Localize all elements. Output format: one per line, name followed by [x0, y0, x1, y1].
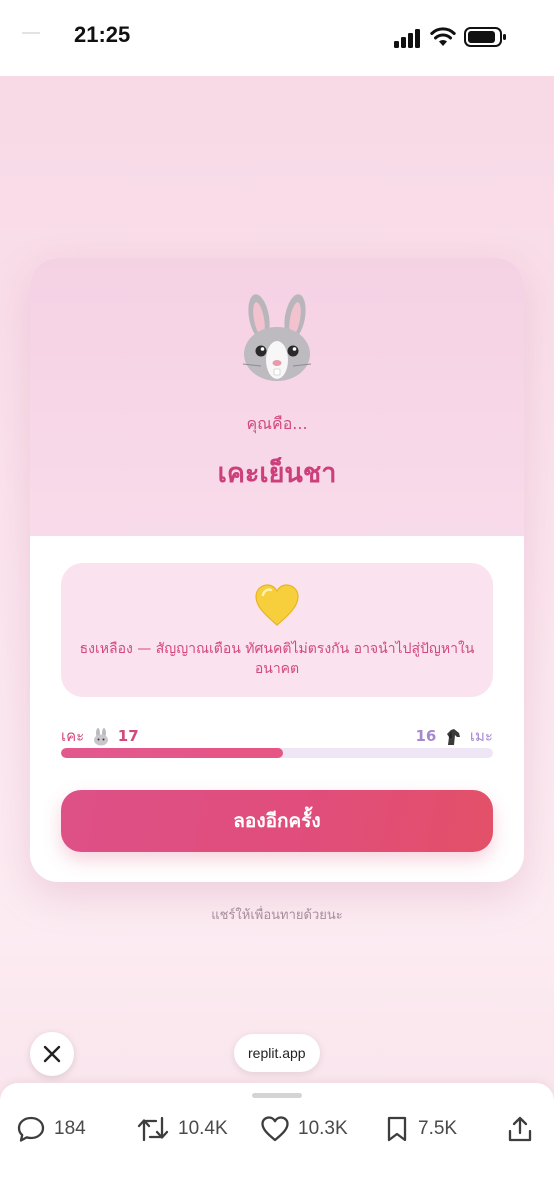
rabbit-icon [94, 727, 108, 745]
rabbit-face-icon [242, 294, 312, 381]
result-title: เคะเย็นชา [217, 458, 337, 489]
status-time: 21:25 [74, 22, 131, 47]
action-bar: 184 10.4K 10.3K 7.5K [0, 1083, 554, 1200]
result-kicker: คุณคือ... [246, 414, 308, 433]
score-bar [61, 748, 493, 758]
battery-icon [464, 27, 506, 47]
verdict-box: ธงเหลือง — สัญญาณเตือน ทัศนคติไม่ตรงกัน … [61, 563, 493, 697]
heart-icon [261, 1116, 289, 1142]
score-right-label: เมะ [469, 727, 493, 745]
share-icon [508, 1116, 532, 1142]
bookmark-action[interactable]: 7.5K [384, 1113, 457, 1145]
like-count: 10.3K [298, 1118, 348, 1139]
retry-button[interactable]: ลองอีกครั้ง [61, 790, 493, 852]
repost-icon [137, 1116, 169, 1142]
sheet-grabber[interactable] [252, 1093, 302, 1098]
bookmark-count: 7.5K [418, 1118, 458, 1139]
share-action[interactable] [506, 1113, 534, 1145]
reply-icon [17, 1116, 45, 1142]
score-right: 16 เมะ [415, 724, 493, 748]
result-header: คุณคือ... เคะเย็นชา [30, 258, 524, 536]
repost-count: 10.4K [178, 1118, 228, 1139]
share-hint: แชร์ให้เพื่อนทายด้วยนะ [211, 908, 343, 923]
status-bar: 21:25 [0, 0, 554, 76]
score-left: เคะ 17 [61, 724, 139, 748]
like-action[interactable]: 10.3K [260, 1113, 348, 1145]
wifi-icon [430, 27, 456, 46]
cellular-signal-icon [394, 29, 420, 48]
back-arrow-icon [22, 32, 40, 34]
verdict-message: ธงเหลือง — สัญญาณเตือน ทัศนคติไม่ตรงกัน … [79, 641, 475, 677]
close-button[interactable] [30, 1032, 74, 1076]
score-left-value: 17 [117, 727, 139, 745]
score-right-value: 16 [415, 727, 437, 745]
score-bar-fill [61, 748, 284, 758]
result-card: คุณคือ... เคะเย็นชา ธงเหลือง — สัญญาณเตื… [30, 258, 524, 882]
reply-action[interactable]: 184 [16, 1113, 86, 1145]
horse-icon [447, 728, 461, 745]
yellow-heart-icon [255, 584, 299, 626]
reply-count: 184 [54, 1118, 86, 1139]
close-icon [43, 1045, 61, 1063]
bookmark-icon [387, 1116, 407, 1142]
score-left-label: เคะ [61, 727, 85, 745]
repost-action[interactable]: 10.4K [136, 1113, 228, 1145]
source-domain-pill[interactable]: replit.app [234, 1034, 320, 1072]
